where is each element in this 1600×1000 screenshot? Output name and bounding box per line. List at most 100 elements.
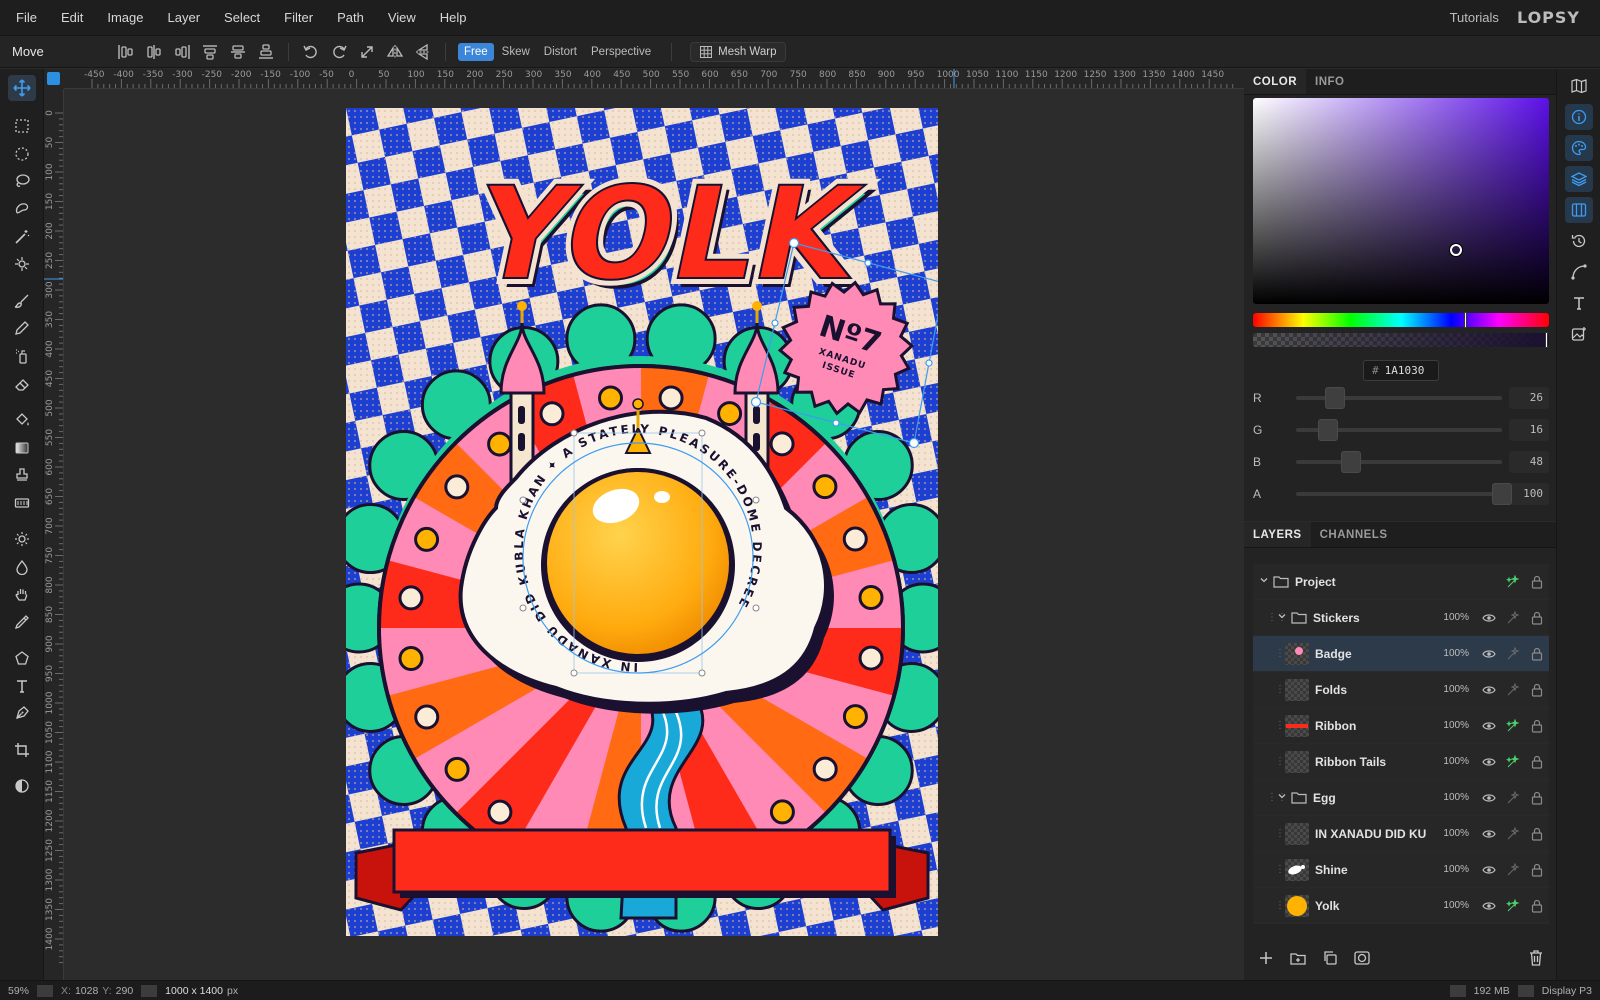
layer-opacity[interactable]: 100% [1437,684,1469,695]
paint-bucket-tool-icon[interactable] [8,407,36,433]
vertical-ruler[interactable]: 0 50 100 150 200 250 300 350 400 450 500 550 600 650 7… [44,89,64,980]
effects-icon[interactable] [1501,574,1525,589]
lock-icon[interactable] [1525,683,1549,697]
menu-edit[interactable]: Edit [49,10,95,25]
layer-group-row[interactable]: ⋮⋮ Egg 100% [1253,780,1549,816]
magnetic-lasso-tool-icon[interactable] [8,196,36,222]
eye-icon[interactable] [1477,901,1501,911]
duplicate-layer-icon[interactable] [1317,947,1343,969]
layer-opacity[interactable]: 100% [1437,792,1469,803]
slider-knob[interactable] [1492,483,1512,505]
hue-slider[interactable] [1253,312,1549,328]
slider-value-input[interactable]: 48 [1509,451,1549,473]
slider-value-input[interactable]: 26 [1509,387,1549,409]
brush-tool-icon[interactable] [8,288,36,314]
delete-layer-icon[interactable] [1523,947,1549,969]
slider-value-input[interactable]: 16 [1509,419,1549,441]
add-layer-icon[interactable] [1253,947,1279,969]
chevron-down-icon[interactable] [1259,575,1273,588]
eye-icon[interactable] [1477,685,1501,695]
mask-icon[interactable] [1349,947,1375,969]
effects-icon[interactable] [1501,862,1525,877]
eye-icon[interactable] [1477,613,1501,623]
eye-icon[interactable] [1477,793,1501,803]
menu-view[interactable]: View [376,10,428,25]
effects-icon[interactable] [1501,718,1525,733]
magic-wand-tool-icon[interactable] [8,224,36,250]
drag-handle-icon[interactable]: ⋮⋮ [1275,900,1295,911]
eye-icon[interactable] [1477,721,1501,731]
layer-row[interactable]: ⋮⋮ Ribbon Tails 100% [1253,744,1549,780]
drag-handle-icon[interactable]: ⋮⋮ [1275,684,1295,695]
rect-select-tool-icon[interactable] [8,113,36,139]
effects-icon[interactable] [1501,646,1525,661]
tab-layers[interactable]: LAYERS [1244,522,1311,547]
lock-icon[interactable] [1525,575,1549,589]
eye-icon[interactable] [1477,649,1501,659]
type-icon[interactable] [1565,290,1593,316]
path-curve-icon[interactable] [1565,259,1593,285]
drag-handle-icon[interactable]: ⋮⋮ [1275,720,1295,731]
alpha-slider[interactable] [1253,332,1549,348]
picker-cursor[interactable] [1450,244,1462,256]
effects-icon[interactable] [1501,826,1525,841]
eye-icon[interactable] [1477,757,1501,767]
lock-icon[interactable] [1525,899,1549,913]
layer-row[interactable]: ⋮⋮ Folds 100% [1253,672,1549,708]
align-bottom-icon[interactable] [252,40,280,64]
stamp-tool-icon[interactable] [8,462,36,488]
tutorials-link[interactable]: Tutorials [1450,10,1499,25]
drag-handle-icon[interactable]: ⋮⋮ [1275,828,1295,839]
slider-track[interactable] [1296,419,1502,441]
effects-icon[interactable] [1501,790,1525,805]
slider-track[interactable] [1296,387,1502,409]
mesh-warp-button[interactable]: Mesh Warp [690,41,787,62]
hand-tool-icon[interactable] [8,581,36,607]
horizontal-ruler[interactable]: -450 -400 -350 -300 -250 -200 -150 -100 -50 0 50 10… [64,69,1244,89]
mode-perspective-button[interactable]: Perspective [585,43,657,61]
effects-icon[interactable] [1501,898,1525,913]
pencil-tool-icon[interactable] [8,315,36,341]
menu-layer[interactable]: Layer [156,10,213,25]
slider-track[interactable] [1296,483,1512,505]
menu-filter[interactable]: Filter [272,10,325,25]
slider-knob[interactable] [1340,451,1361,473]
dodge-tool-icon[interactable] [8,526,36,552]
layer-opacity[interactable]: 100% [1437,648,1469,659]
layer-opacity[interactable]: 100% [1437,900,1469,911]
layer-group-row[interactable]: Project [1253,564,1549,600]
polygon-tool-icon[interactable] [8,645,36,671]
drag-handle-icon[interactable]: ⋮⋮ [1275,756,1295,767]
tab-channels[interactable]: CHANNELS [1311,522,1397,547]
image-add-icon[interactable] [1565,321,1593,347]
palette-icon[interactable] [1565,135,1593,161]
pattern-tool-icon[interactable] [8,490,36,516]
saturation-picker[interactable] [1253,98,1549,304]
spray-tool-icon[interactable] [8,343,36,369]
ellipse-select-tool-icon[interactable] [8,141,36,167]
lock-icon[interactable] [1525,647,1549,661]
zoom-level[interactable]: 59% [0,985,37,997]
lock-icon[interactable] [1525,719,1549,733]
quick-select-tool-icon[interactable] [8,251,36,277]
layer-row[interactable]: ⋮⋮ Shine 100% [1253,852,1549,888]
layer-opacity[interactable]: 100% [1437,720,1469,731]
eye-icon[interactable] [1477,829,1501,839]
eye-icon[interactable] [1477,865,1501,875]
map-icon[interactable] [1565,73,1593,99]
menu-help[interactable]: Help [428,10,479,25]
lock-icon[interactable] [1525,863,1549,877]
layer-row[interactable]: ⋮⋮ Yolk 100% [1253,888,1549,924]
new-group-icon[interactable] [1285,947,1311,969]
drag-handle-icon[interactable]: ⋮⋮ [1275,864,1295,875]
menu-path[interactable]: Path [325,10,376,25]
mode-distort-button[interactable]: Distort [538,43,583,61]
lasso-tool-icon[interactable] [8,168,36,194]
hue-thumb[interactable] [1464,312,1467,328]
move-tool-icon[interactable] [8,75,36,101]
lock-icon[interactable] [1525,791,1549,805]
slider-value-input[interactable]: 100 [1509,483,1549,505]
drag-handle-icon[interactable]: ⋮⋮ [1267,792,1287,803]
contrast-toggle-icon[interactable] [8,773,36,799]
slider-track[interactable] [1296,451,1502,473]
